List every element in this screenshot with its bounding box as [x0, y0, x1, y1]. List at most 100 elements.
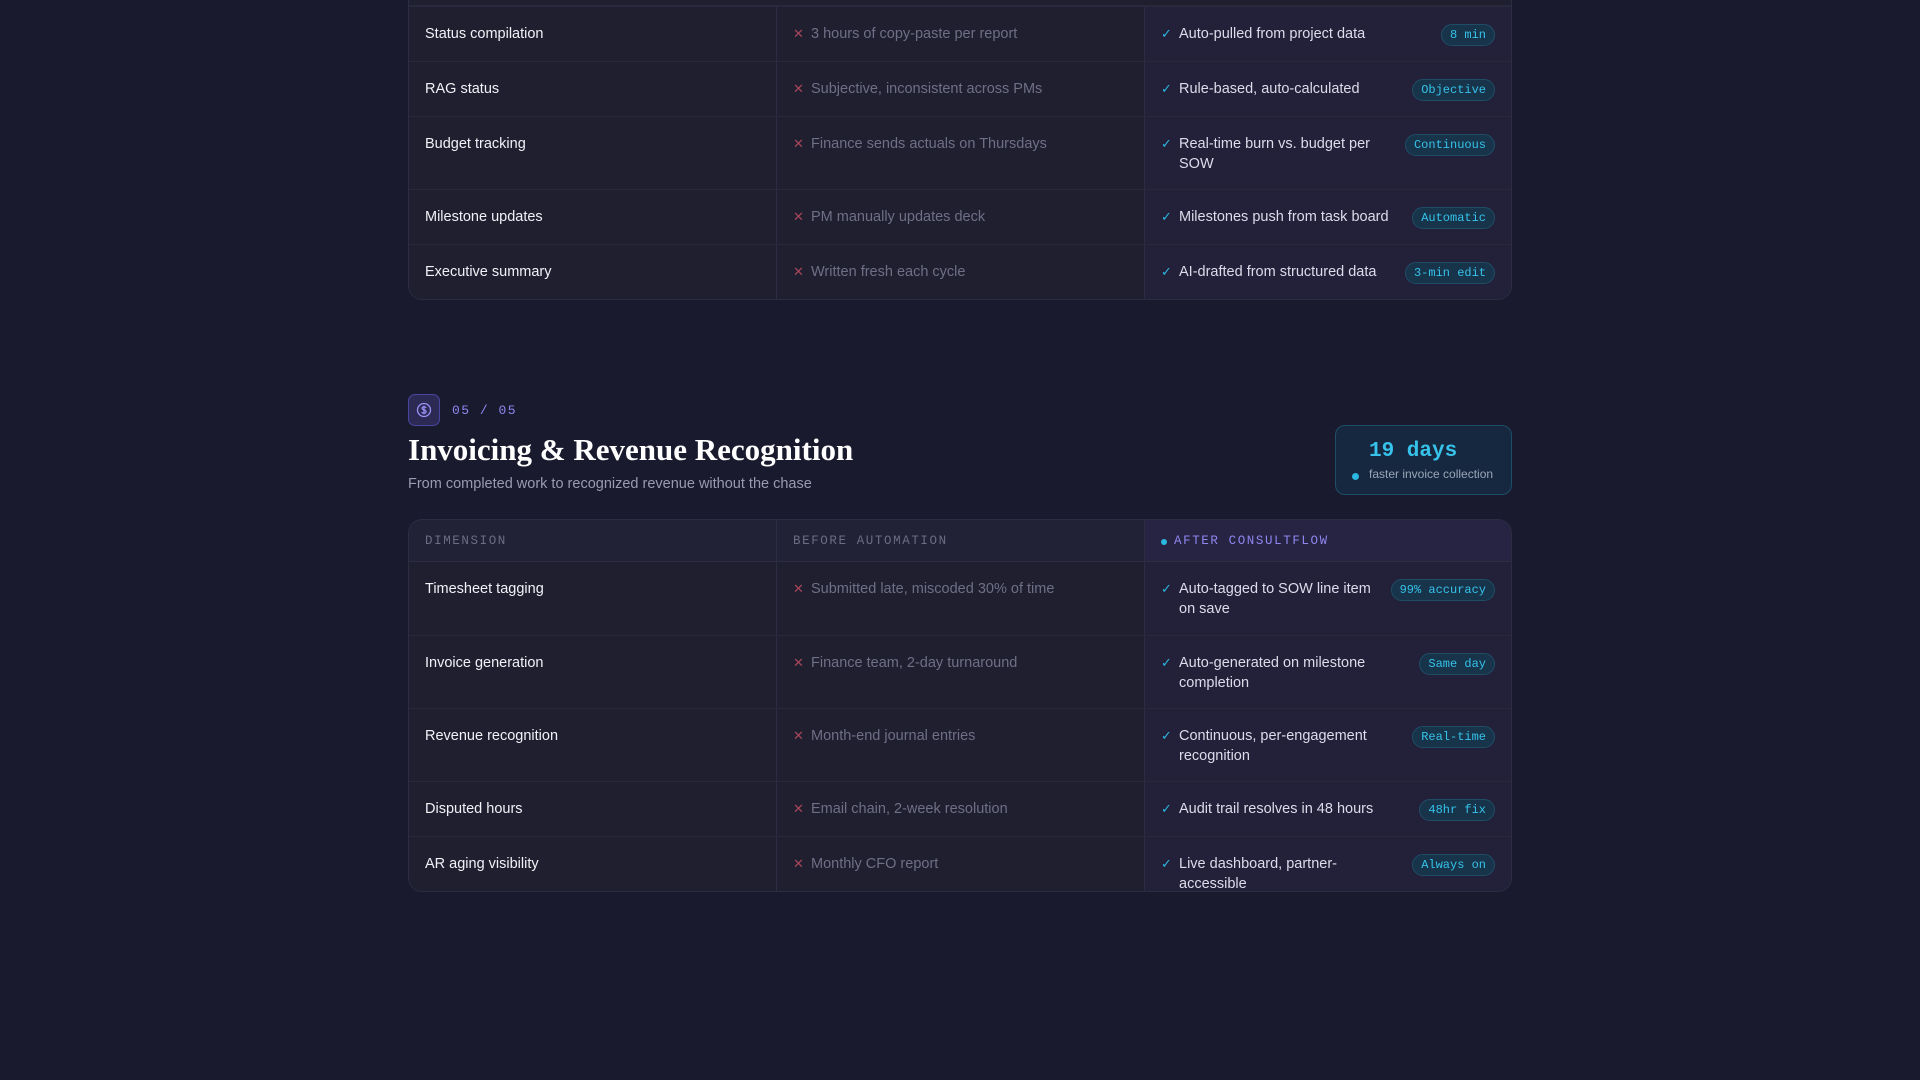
after-cell: ✓ Milestones push from task board Automati…	[1145, 190, 1511, 244]
dimension-cell: RAG status	[409, 62, 777, 116]
dimension-cell: Executive summary	[409, 245, 777, 299]
dimension-cell: Revenue recognition	[409, 709, 777, 781]
after-text: Auto-pulled from project data	[1179, 26, 1366, 42]
check-icon: ✓	[1161, 81, 1172, 96]
dimension-cell: Disputed hours	[409, 782, 777, 836]
metric-value: 19 days	[1369, 440, 1458, 463]
metric-badge: 8 min	[1440, 24, 1495, 46]
cross-icon: ✕	[793, 264, 804, 279]
before-cell: ✕ PM manually updates deck	[777, 190, 1145, 244]
before-cell: ✕ Finance sends actuals on Thursdays	[777, 117, 1145, 189]
table-header: DIMENSION BEFORE AUTOMATION AFTER CONSUL…	[409, 520, 1511, 562]
before-cell: ✕ Submitted late, miscoded 30% of time	[777, 562, 1145, 635]
table-row: Timesheet tagging ✕ Submitted late, misco…	[409, 562, 1511, 635]
metric-badge: Real-time	[1412, 726, 1495, 748]
after-cell: ✓ Auto-generated on milestone completion S…	[1145, 636, 1511, 708]
before-text: Finance team, 2-day turnaround	[811, 655, 1018, 671]
before-text: Written fresh each cycle	[811, 264, 966, 280]
check-icon: ✓	[1161, 26, 1172, 41]
cross-icon: ✕	[793, 26, 804, 41]
dimension-cell: Status compilation	[409, 7, 777, 61]
before-text: Finance sends actuals on Thursdays	[811, 136, 1047, 152]
column-header-before: BEFORE AUTOMATION	[777, 520, 1145, 561]
after-cell: ✓ Audit trail resolves in 48 hours 48hr fi…	[1145, 782, 1511, 836]
comparison-table-section-5: DIMENSION BEFORE AUTOMATION AFTER CONSUL…	[408, 519, 1512, 892]
after-text: Milestones push from task board	[1179, 209, 1389, 225]
column-header-dimension: DIMENSION	[409, 520, 777, 561]
table-row: RAG status ✕ Subjective, inconsistent acr…	[409, 61, 1511, 116]
metric-badge: Automatic	[1412, 207, 1495, 229]
check-icon: ✓	[1161, 136, 1172, 151]
cross-icon: ✕	[793, 581, 804, 596]
metric-label: faster invoice collection	[1369, 467, 1494, 481]
column-header-after-label: AFTER CONSULTFLOW	[1174, 534, 1329, 548]
table-row: Disputed hours ✕ Email chain, 2-week reso…	[409, 781, 1511, 836]
before-text: 3 hours of copy-paste per report	[811, 26, 1018, 42]
table-row: Status compilation ✕ 3 hours of copy-past…	[409, 6, 1511, 61]
cross-icon: ✕	[793, 856, 804, 871]
before-text: Submitted late, miscoded 30% of time	[811, 581, 1055, 597]
check-icon: ✓	[1161, 655, 1172, 670]
before-cell: ✕ Finance team, 2-day turnaround	[777, 636, 1145, 708]
after-text: Real-time burn vs. budget per SOW	[1179, 136, 1371, 172]
check-icon: ✓	[1161, 801, 1172, 816]
metric-badge: 48hr fix	[1419, 799, 1495, 821]
dimension-cell: AR aging visibility	[409, 837, 777, 891]
table-row: Revenue recognition ✕ Month-end journal e…	[409, 708, 1511, 781]
after-cell: ✓ Auto-tagged to SOW line item on save 99%…	[1145, 562, 1511, 635]
cross-icon: ✕	[793, 81, 804, 96]
check-icon: ✓	[1161, 264, 1172, 279]
after-cell: ✓ Auto-pulled from project data 8 min	[1145, 7, 1511, 61]
cross-icon: ✕	[793, 801, 804, 816]
metric-badge: Continuous	[1404, 134, 1495, 156]
after-cell: ✓ Rule-based, auto-calculated Objective	[1145, 62, 1511, 116]
check-icon: ✓	[1161, 856, 1172, 871]
after-text: Auto-generated on milestone completion	[1179, 655, 1366, 691]
after-cell: ✓ Continuous, per-engagement recognition R…	[1145, 709, 1511, 781]
metric-badge: Always on	[1412, 854, 1495, 876]
cross-icon: ✕	[793, 209, 804, 224]
after-text: Audit trail resolves in 48 hours	[1179, 801, 1374, 817]
comparison-table-section-4: Status compilation ✕ 3 hours of copy-past…	[408, 0, 1512, 300]
dollar-icon	[408, 394, 440, 426]
dimension-cell: Milestone updates	[409, 190, 777, 244]
status-dot	[1161, 539, 1167, 545]
table-row: Invoice generation ✕ Finance team, 2-day …	[409, 635, 1511, 708]
after-text: AI-drafted from structured data	[1179, 264, 1377, 280]
section-counter: 05 / 05	[452, 402, 518, 418]
after-text: Rule-based, auto-calculated	[1179, 81, 1360, 97]
check-icon: ✓	[1161, 581, 1172, 596]
metric-badge: Same day	[1419, 653, 1495, 675]
status-dot	[1352, 473, 1359, 480]
dimension-cell: Invoice generation	[409, 636, 777, 708]
table-row: Executive summary ✕ Written fresh each cy…	[409, 244, 1511, 299]
before-text: Monthly CFO report	[811, 856, 939, 872]
after-cell: ✓ Real-time burn vs. budget per SOW Contin…	[1145, 117, 1511, 189]
cross-icon: ✕	[793, 655, 804, 670]
before-cell: ✕ Email chain, 2-week resolution	[777, 782, 1145, 836]
before-cell: ✕ 3 hours of copy-paste per report	[777, 7, 1145, 61]
before-cell: ✕ Subjective, inconsistent across PMs	[777, 62, 1145, 116]
section-subtitle: From completed work to recognized revenu…	[408, 476, 812, 492]
after-text: Auto-tagged to SOW line item on save	[1179, 581, 1371, 617]
metric-badge: 99% accuracy	[1390, 579, 1495, 601]
after-text: Continuous, per-engagement recognition	[1179, 728, 1367, 764]
before-cell: ✕ Month-end journal entries	[777, 709, 1145, 781]
before-text: Subjective, inconsistent across PMs	[811, 81, 1043, 97]
dimension-cell: Budget tracking	[409, 117, 777, 189]
cross-icon: ✕	[793, 136, 804, 151]
after-cell: ✓ Live dashboard, partner-accessible Alway…	[1145, 837, 1511, 891]
table-row: Milestone updates ✕ PM manually updates d…	[409, 189, 1511, 244]
before-text: PM manually updates deck	[811, 209, 986, 225]
before-cell: ✕ Written fresh each cycle	[777, 245, 1145, 299]
cross-icon: ✕	[793, 728, 804, 743]
table-row: Budget tracking ✕ Finance sends actuals o…	[409, 116, 1511, 189]
metric-card: 19 days faster invoice collection	[1335, 425, 1512, 495]
before-text: Month-end journal entries	[811, 728, 976, 744]
section-title: Invoicing & Revenue Recognition	[408, 432, 854, 467]
metric-badge: Objective	[1412, 79, 1495, 101]
before-cell: ✕ Monthly CFO report	[777, 837, 1145, 891]
after-text: Live dashboard, partner-accessible	[1179, 856, 1337, 892]
after-cell: ✓ AI-drafted from structured data 3-min ed…	[1145, 245, 1511, 299]
metric-badge: 3-min edit	[1404, 262, 1495, 284]
